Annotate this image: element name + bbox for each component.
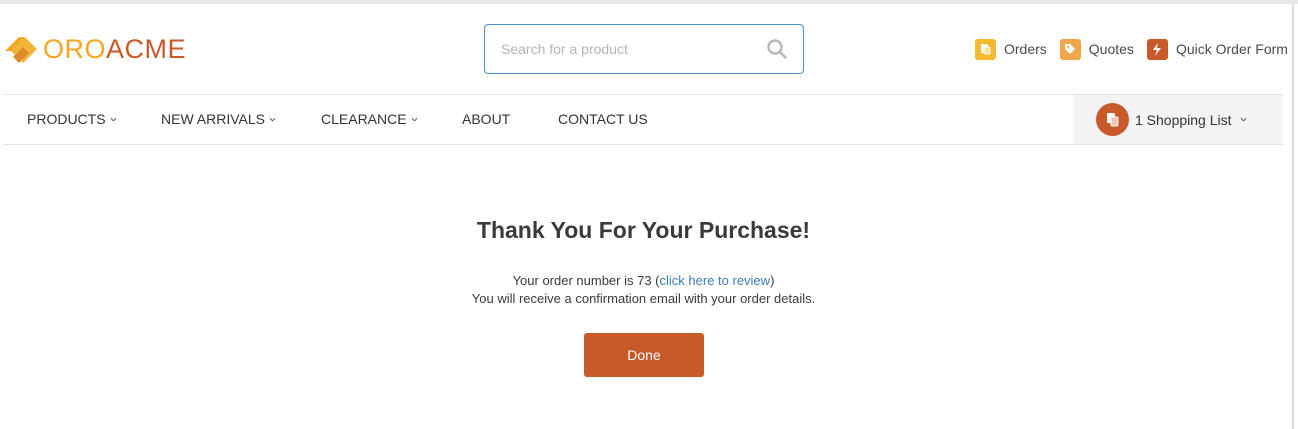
top-bar xyxy=(0,0,1298,4)
logo-text: OROACME xyxy=(43,33,187,64)
header-links: Orders Quotes Quick Order Form xyxy=(975,38,1288,60)
chevron-down-icon xyxy=(110,117,117,122)
quotes-label: Quotes xyxy=(1088,41,1134,57)
shopping-list-button[interactable]: 1 Shopping List xyxy=(1074,95,1283,144)
search-icon[interactable] xyxy=(766,38,788,60)
nav-item-products[interactable]: PRODUCTS xyxy=(27,111,117,127)
quick-order-form-link[interactable]: Quick Order Form xyxy=(1146,38,1288,60)
shopping-list-label: 1 Shopping List xyxy=(1135,111,1232,128)
confirmation-email-note: You will receive a confirmation email wi… xyxy=(471,291,816,306)
search-box[interactable] xyxy=(484,24,804,74)
shopping-list-icon xyxy=(1096,103,1129,136)
nav-label: PRODUCTS xyxy=(27,111,106,127)
nav-label: CONTACT US xyxy=(558,111,648,127)
nav-label: ABOUT xyxy=(462,111,511,127)
page-title: Thank You For Your Purchase! xyxy=(476,217,811,243)
orders-label: Orders xyxy=(1004,41,1047,57)
nav-item-clearance[interactable]: CLEARANCE xyxy=(321,111,418,127)
logo-mark-icon xyxy=(5,37,37,63)
done-button[interactable]: Done xyxy=(584,333,704,377)
site-logo[interactable]: OROACME xyxy=(3,30,186,68)
search-input[interactable] xyxy=(501,38,751,60)
chevron-down-icon xyxy=(269,117,276,122)
chevron-down-icon xyxy=(411,117,418,122)
quotes-link[interactable]: Quotes xyxy=(1059,38,1134,60)
nav-label: CLEARANCE xyxy=(321,111,407,127)
tag-icon xyxy=(1059,38,1081,60)
chevron-down-icon xyxy=(1240,117,1247,122)
nav-item-about[interactable]: ABOUT xyxy=(462,111,510,127)
orders-icon xyxy=(975,38,996,60)
review-order-link[interactable]: click here to review xyxy=(660,273,771,288)
scrollbar-edge xyxy=(1292,4,1294,429)
quick-order-form-label: Quick Order Form xyxy=(1175,41,1288,57)
nav-label: NEW ARRIVALS xyxy=(161,111,265,127)
lightning-icon xyxy=(1146,38,1168,60)
nav-item-contact-us[interactable]: CONTACT US xyxy=(558,111,648,127)
order-number-line: Your order number is 73 (click here to r… xyxy=(512,273,775,288)
nav-item-new-arrivals[interactable]: NEW ARRIVALS xyxy=(161,111,276,127)
orders-link[interactable]: Orders xyxy=(975,38,1047,60)
